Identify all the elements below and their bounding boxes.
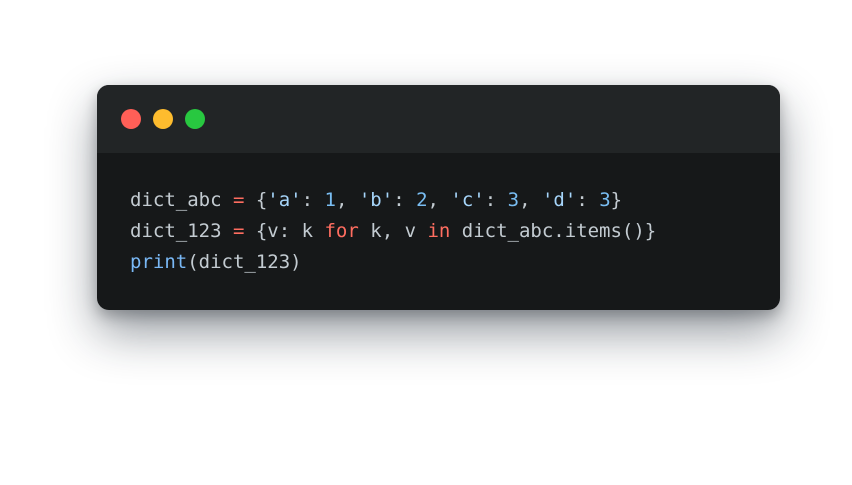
maximize-dot-icon[interactable] xyxy=(185,109,205,129)
minimize-dot-icon[interactable] xyxy=(153,109,173,129)
code-token-plain: dict_123 xyxy=(130,220,233,242)
code-token-number: 1 xyxy=(324,189,336,211)
code-token-plain: { xyxy=(244,189,268,211)
code-token-string: 'b' xyxy=(358,189,394,211)
code-token-string: 'c' xyxy=(450,189,485,211)
code-window: dict_abc = {'a': 1, 'b': 2, 'c': 3, 'd':… xyxy=(97,85,780,310)
window-titlebar xyxy=(97,85,780,153)
code-line: dict_123 = {v: k for k, v in dict_abc.it… xyxy=(130,216,656,247)
code-token-plain: , xyxy=(427,189,451,211)
code-token-keyword: for xyxy=(324,220,359,242)
code-line: dict_abc = {'a': 1, 'b': 2, 'c': 3, 'd':… xyxy=(130,185,656,216)
code-token-plain: (dict_123) xyxy=(187,251,302,273)
code-token-keyword: in xyxy=(427,220,451,242)
code-token-number: 2 xyxy=(416,189,428,211)
close-dot-icon[interactable] xyxy=(121,109,141,129)
code-token-plain: dict_abc.items()} xyxy=(450,220,657,242)
code-token-plain: : xyxy=(393,189,417,211)
code-token-plain: : xyxy=(301,189,325,211)
code-token-operator: = xyxy=(232,189,245,211)
code-block: dict_abc = {'a': 1, 'b': 2, 'c': 3, 'd':… xyxy=(130,185,656,278)
code-token-plain: dict_abc xyxy=(130,189,233,211)
code-line: print(dict_123) xyxy=(130,247,656,278)
code-token-plain: : xyxy=(576,189,600,211)
code-token-string: 'd' xyxy=(541,189,577,211)
code-token-plain: k, v xyxy=(358,220,428,242)
code-token-plain: , xyxy=(519,189,542,211)
code-token-operator: = xyxy=(232,220,245,242)
code-token-plain: , xyxy=(335,189,359,211)
code-token-string: 'a' xyxy=(267,189,302,211)
code-token-builtin: print xyxy=(130,251,188,273)
code-token-number: 3 xyxy=(599,189,611,211)
code-token-plain: : xyxy=(484,189,508,211)
code-token-plain: } xyxy=(610,189,623,211)
code-token-plain: {v: k xyxy=(244,220,325,242)
code-token-number: 3 xyxy=(507,189,520,211)
